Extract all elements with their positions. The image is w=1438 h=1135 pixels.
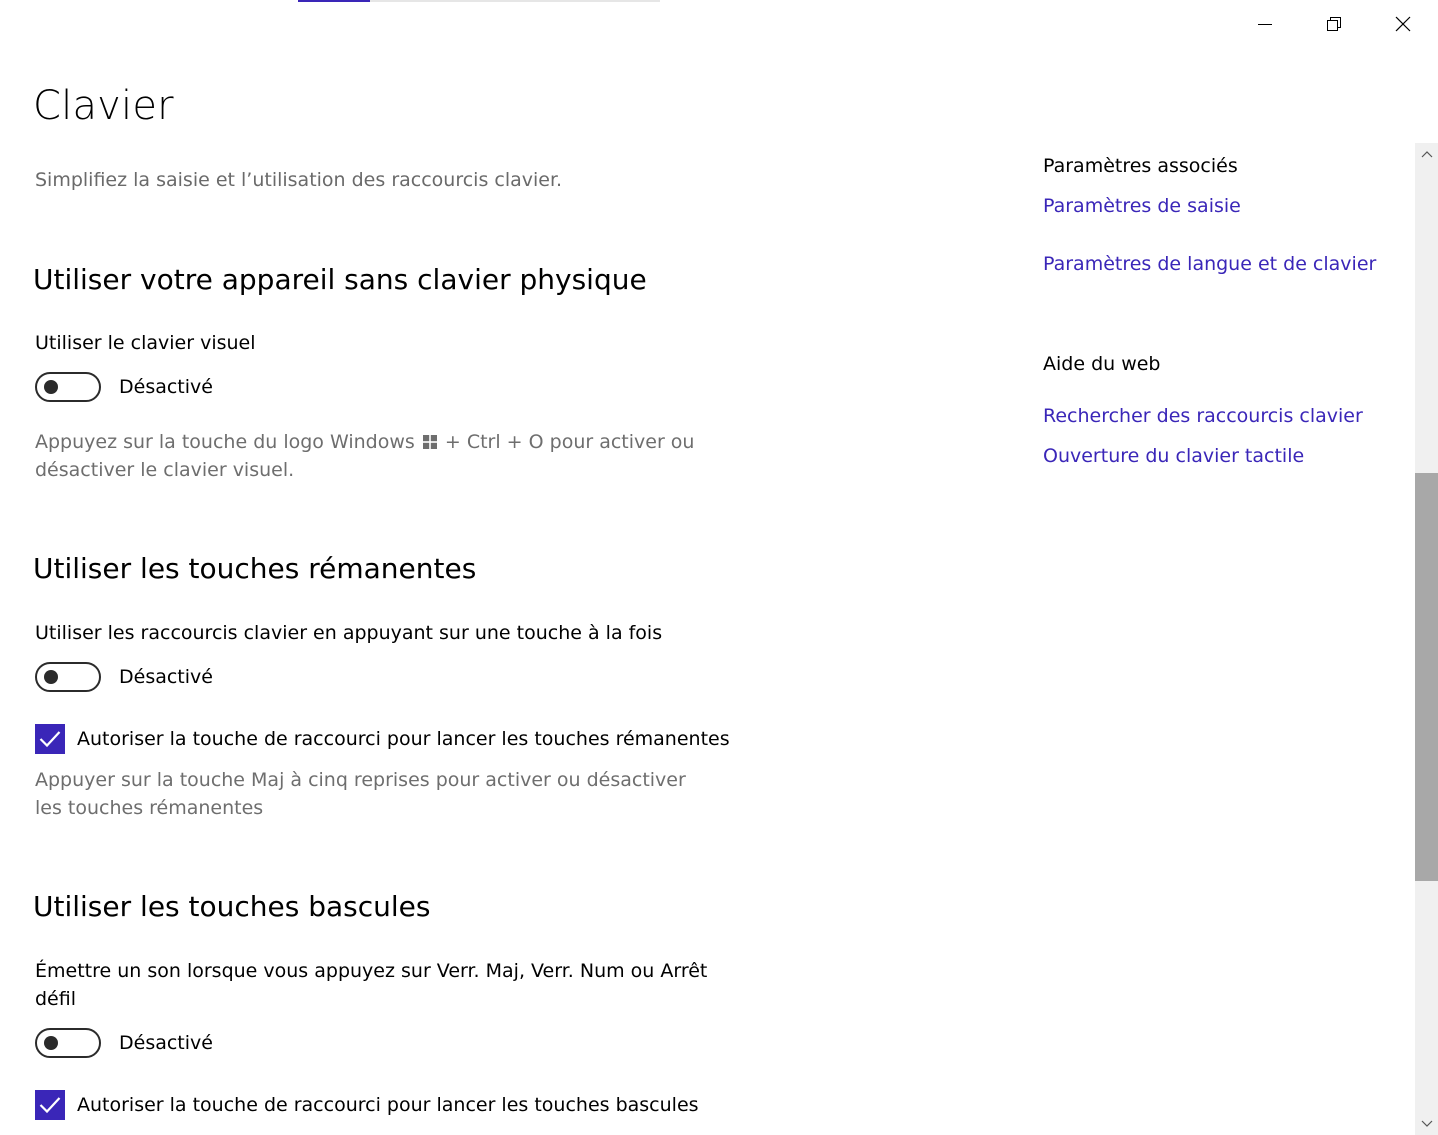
- loading-progress-fill: [298, 0, 371, 2]
- helper-text-part-1: Appuyez sur la touche du logo Windows: [35, 431, 415, 453]
- section-heading-toggle-keys: Utiliser les touches bascules: [33, 890, 431, 923]
- search-keyboard-shortcuts-link[interactable]: Rechercher des raccourcis clavier: [1043, 402, 1363, 430]
- settings-window: Clavier Simplifiez la saisie et l’utilis…: [0, 0, 1438, 1135]
- close-button[interactable]: [1380, 0, 1426, 48]
- restore-button[interactable]: [1311, 0, 1357, 48]
- toggle-keys-shortcut-checkbox-row[interactable]: Autoriser la touche de raccourci pour la…: [35, 1090, 699, 1120]
- scroll-up-button[interactable]: [1415, 143, 1438, 165]
- minimize-button[interactable]: [1242, 0, 1288, 48]
- scrollbar-thumb[interactable]: [1415, 473, 1438, 881]
- related-settings-heading: Paramètres associés: [1043, 155, 1238, 177]
- checkmark-icon: [39, 731, 61, 748]
- toggle-knob: [44, 670, 58, 684]
- on-screen-keyboard-toggle-state: Désactivé: [119, 376, 213, 398]
- on-screen-keyboard-label: Utiliser le clavier visuel: [35, 332, 256, 354]
- on-screen-keyboard-toggle[interactable]: [35, 372, 101, 402]
- sticky-keys-shortcut-checkbox-row[interactable]: Autoriser la touche de raccourci pour la…: [35, 724, 730, 754]
- sticky-keys-label: Utiliser les raccourcis clavier en appuy…: [35, 622, 663, 644]
- page-title: Clavier: [33, 83, 174, 129]
- sticky-keys-toggle-state: Désactivé: [119, 666, 213, 688]
- page-subtitle: Simplifiez la saisie et l’utilisation de…: [35, 169, 563, 191]
- toggle-keys-toggle-row[interactable]: Désactivé: [35, 1028, 213, 1058]
- on-screen-keyboard-helper: Appuyez sur la touche du logo Windows + …: [35, 428, 715, 484]
- chevron-down-icon: [1421, 1120, 1432, 1127]
- sticky-keys-toggle-row[interactable]: Désactivé: [35, 662, 213, 692]
- minimize-icon: [1258, 24, 1272, 25]
- toggle-knob: [44, 380, 58, 394]
- loading-progress-bar: [298, 0, 660, 2]
- restore-icon: [1327, 17, 1341, 31]
- sticky-keys-helper: Appuyer sur la touche Maj à cinq reprise…: [35, 769, 686, 819]
- toggle-knob: [44, 1036, 58, 1050]
- close-icon: [1395, 16, 1411, 32]
- typing-settings-link[interactable]: Paramètres de saisie: [1043, 192, 1241, 220]
- scroll-down-button[interactable]: [1415, 1113, 1438, 1135]
- toggle-keys-shortcut-label: Autoriser la touche de raccourci pour la…: [77, 1094, 699, 1116]
- sticky-keys-shortcut-label: Autoriser la touche de raccourci pour la…: [77, 728, 730, 750]
- section-heading-sticky-keys: Utiliser les touches rémanentes: [33, 552, 477, 585]
- checkmark-icon: [39, 1097, 61, 1114]
- sticky-keys-toggle[interactable]: [35, 662, 101, 692]
- toggle-keys-toggle-state: Désactivé: [119, 1032, 213, 1054]
- open-touch-keyboard-link[interactable]: Ouverture du clavier tactile: [1043, 442, 1304, 470]
- toggle-keys-shortcut-checkbox[interactable]: [35, 1090, 65, 1120]
- chevron-up-icon: [1421, 151, 1432, 158]
- windows-logo-icon: [422, 435, 437, 449]
- web-help-heading: Aide du web: [1043, 353, 1161, 375]
- sticky-keys-shortcut-checkbox[interactable]: [35, 724, 65, 754]
- on-screen-keyboard-toggle-row[interactable]: Désactivé: [35, 372, 213, 402]
- section-heading-no-physical-keyboard: Utiliser votre appareil sans clavier phy…: [33, 263, 647, 296]
- language-keyboard-settings-link[interactable]: Paramètres de langue et de clavier: [1043, 250, 1376, 278]
- toggle-keys-label: Émettre un son lorsque vous appuyez sur …: [35, 960, 708, 1010]
- toggle-keys-toggle[interactable]: [35, 1028, 101, 1058]
- vertical-scrollbar[interactable]: [1415, 143, 1438, 1135]
